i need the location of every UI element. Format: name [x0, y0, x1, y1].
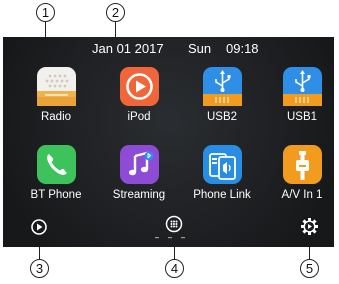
callout-2: 2 [106, 3, 125, 22]
phone-link-icon [202, 145, 242, 184]
head-unit-screen: Jan 01 2017 Sun 09:18 Radio iPod USB2 US… [3, 37, 334, 247]
app-label-ipod: iPod [127, 111, 151, 123]
app-radio[interactable]: Radio [16, 67, 96, 123]
page-indicator [155, 237, 185, 239]
usb-icon [202, 67, 242, 106]
app-av-in-1[interactable]: A/V In 1 [262, 145, 339, 201]
app-bt-phone[interactable]: BT Phone [16, 145, 96, 201]
app-label-radio: Radio [40, 111, 72, 123]
status-clock: 09:18 [226, 41, 259, 56]
app-usb1[interactable]: USB1 [262, 67, 339, 123]
status-date: Jan 01 2017 [92, 41, 164, 56]
app-grid-icon[interactable] [165, 215, 183, 233]
callout-3: 3 [30, 259, 49, 278]
status-day: Sun [188, 41, 212, 56]
app-phone-link[interactable]: Phone Link [182, 145, 262, 201]
settings-play-icon[interactable] [300, 217, 319, 236]
callout-1: 1 [36, 3, 55, 22]
app-ipod[interactable]: iPod [99, 67, 179, 123]
app-label-av-in-1: A/V In 1 [281, 189, 323, 201]
radio-icon [36, 67, 76, 106]
app-label-phone-link: Phone Link [193, 189, 251, 201]
app-label-usb2: USB2 [206, 111, 238, 123]
callout-4: 4 [165, 259, 184, 278]
app-label-usb1: USB1 [286, 111, 318, 123]
music-note-icon [119, 145, 159, 184]
status-bar: Jan 01 2017 Sun 09:18 [3, 37, 334, 59]
play-circle-icon[interactable] [30, 218, 48, 236]
usb-icon [282, 67, 322, 106]
callout-5: 5 [300, 259, 319, 278]
app-streaming[interactable]: Streaming [99, 145, 179, 201]
app-label-bt-phone: BT Phone [30, 189, 82, 201]
app-label-streaming: Streaming [112, 189, 166, 201]
av-input-icon [282, 145, 322, 184]
phone-icon [36, 145, 76, 184]
app-usb2[interactable]: USB2 [182, 67, 262, 123]
ipod-icon [119, 67, 159, 106]
